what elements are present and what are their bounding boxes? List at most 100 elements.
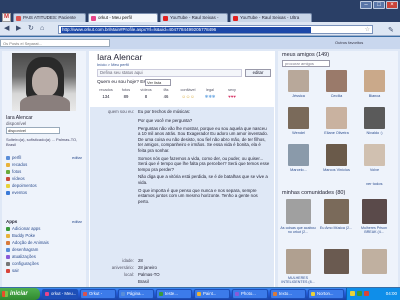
friends-title[interactable]: meus amigos (149) (282, 52, 329, 58)
app-item-sair[interactable]: sair (6, 268, 84, 274)
sidebar-item-perfil[interactable]: perfil editar (6, 155, 84, 161)
bookmark-star-icon[interactable]: ☆ (365, 26, 370, 33)
gmail-icon[interactable]: M (2, 13, 11, 22)
friend-card[interactable]: Marcelo... (282, 144, 315, 178)
pet-adoption-icon (6, 240, 10, 245)
sidebar-item-videos[interactable]: vídeos (6, 176, 84, 182)
edit-apps-link[interactable]: editar (72, 219, 82, 225)
app-item-desenhagram[interactable]: desenhagram (6, 247, 84, 253)
taskbar-item[interactable]: Orkut - (80, 289, 116, 299)
community-card[interactable] (318, 249, 354, 287)
stat-videos[interactable]: vídeos 8 (137, 88, 155, 99)
friend-photo (288, 144, 309, 166)
stat-recados[interactable]: recados 134 (97, 88, 115, 99)
stat-legal: legal ❄❄❄ (204, 88, 216, 99)
app-item-buddy-poke[interactable]: Buddy Poke (6, 233, 84, 239)
add-app-icon (6, 226, 10, 231)
stat-sexy: sexy ♥♥♥ (228, 88, 236, 99)
tab-youtube-1[interactable]: YouTube - Raul Seixas - (160, 13, 228, 22)
address-bar[interactable]: http://www.orkut.com.br/Main#Profile.asp… (58, 25, 373, 34)
task-icon (121, 292, 125, 296)
sidebar-info: Solteiro(a), sofisticado(a) ... Palmas-T… (6, 137, 78, 147)
friend-photo (326, 144, 347, 166)
friend-name: Eliane Oliveira (324, 131, 349, 135)
taskbar-item[interactable]: teste... (156, 289, 192, 299)
maximize-button[interactable]: □ (373, 1, 385, 9)
tray-icon[interactable] (364, 291, 369, 296)
left-sidebar: Iara Alencar disponível disponível Solte… (2, 51, 86, 287)
about-paragraph: O que importa é que penso que nunca e no… (138, 187, 258, 204)
community-name: MULHERES INTELIGENTES (8... (281, 276, 315, 285)
taskbar-item[interactable]: texto... (270, 289, 306, 299)
tab-pais-atitudes[interactable]: PAIS ATITUDES: Paciente (13, 13, 86, 22)
back-icon[interactable]: ◀ (4, 25, 9, 33)
minimize-button[interactable]: – (360, 1, 372, 9)
sidebar-item-fotos[interactable]: fotos (6, 169, 84, 175)
friend-card[interactable]: Nivaldo :) (358, 107, 391, 141)
mood-select[interactable]: Ver lista (145, 79, 171, 86)
about-paragraph: Perguntas não vão lhe mostrar, porque eu… (138, 125, 269, 153)
communities-title[interactable]: minhas comunidades (80) (282, 190, 345, 196)
friend-card[interactable]: Volve (358, 144, 391, 178)
app-item-configuracoes[interactable]: configurações (6, 261, 84, 267)
community-card[interactable]: MULHERES INTELIGENTES (8... (280, 249, 316, 287)
community-card[interactable]: Mulheres Prison BREAK (4... (356, 199, 392, 249)
profile-photo[interactable] (12, 53, 76, 111)
status-input[interactable]: Defina seu status aqui (97, 69, 242, 77)
tray-icon[interactable] (350, 291, 355, 296)
see-all-friends-link[interactable]: ver todos (366, 181, 382, 186)
friends-search-input[interactable]: procurar amigos (282, 60, 330, 67)
community-photo (324, 199, 349, 224)
stat-fotos[interactable]: fotos 89 (117, 88, 135, 99)
address-url[interactable]: http://www.orkut.com.br/Main#Profile.asp… (61, 27, 311, 33)
community-name: Mulheres Prison BREAK (4... (361, 226, 387, 235)
tab-youtube-2[interactable]: YouTube - Raul Seixas - Ultra (230, 13, 312, 22)
app-item-adocao[interactable]: Adoção de Animais (6, 240, 84, 246)
friend-name: Nivaldo :) (366, 131, 383, 135)
forward-icon[interactable]: ▶ (16, 25, 21, 33)
reload-icon[interactable]: ↻ (28, 25, 34, 33)
tray-icon[interactable] (357, 291, 362, 296)
stat-fas[interactable]: fãs 46 (157, 88, 175, 99)
friend-card[interactable]: Cecília (320, 70, 353, 104)
photos-icon (6, 169, 10, 174)
friend-name: Cecília (330, 94, 343, 98)
community-card[interactable]: As coisas que acabou no orkut (2... (280, 199, 316, 249)
clock[interactable]: 04:00 (386, 291, 397, 296)
taskbar-item[interactable]: Photo... (232, 289, 268, 299)
profile-stats: recados 134 fotos 89 vídeos 8 fãs 46 confiáv… (97, 88, 247, 104)
community-card[interactable]: Eu Amo Música (2... (318, 199, 354, 249)
wrench-icon[interactable]: ✎ (388, 26, 394, 34)
sidebar-item-depoimentos[interactable]: depoimentos (6, 183, 84, 189)
about-paragraph: Por que você me pergunta? (138, 118, 193, 123)
friend-card[interactable]: Wendel (282, 107, 315, 141)
app-item-atualizacoes[interactable]: atualizações (6, 254, 84, 260)
friend-card[interactable]: Marcos Vinícius (320, 144, 353, 178)
bookmarks-bar-item[interactable]: Os Posts el Separat... (0, 39, 110, 47)
other-bookmarks-link[interactable]: Outros favoritos (335, 40, 363, 45)
friend-card[interactable]: Bianca (358, 70, 391, 104)
taskbar-item[interactable]: orkut - Meu... (42, 289, 78, 299)
taskbar-item[interactable]: Paint... (194, 289, 230, 299)
close-button[interactable]: × (386, 1, 398, 9)
apps-edit-row: editar (6, 219, 84, 225)
edit-status-button[interactable]: editar (245, 69, 271, 77)
tab-favicon-icon (16, 16, 21, 21)
start-button[interactable]: iniciar (0, 288, 40, 300)
app-item-adicionar[interactable]: Adicionar apps (6, 226, 84, 232)
sidebar-item-recados[interactable]: recados (6, 162, 84, 168)
community-card[interactable] (356, 249, 392, 287)
taskbar-item[interactable]: Norton... (308, 289, 344, 299)
sidebar-item-eventos[interactable]: eventos (6, 190, 84, 196)
home-icon[interactable]: ⌂ (40, 25, 44, 33)
friend-photo (364, 107, 385, 129)
community-photo (324, 249, 349, 274)
friend-card[interactable]: Jéssica (282, 70, 315, 104)
scraps-icon (6, 162, 10, 167)
tab-orkut-profile[interactable]: orkut - Meu perfil (88, 13, 158, 22)
breadcrumb[interactable]: Início > Meu perfil (97, 62, 129, 67)
status-select[interactable]: disponível (6, 127, 60, 134)
friend-card[interactable]: Eliane Oliveira (320, 107, 353, 141)
edit-profile-link[interactable]: editar (72, 155, 82, 161)
taskbar-item[interactable]: Página... (118, 289, 154, 299)
